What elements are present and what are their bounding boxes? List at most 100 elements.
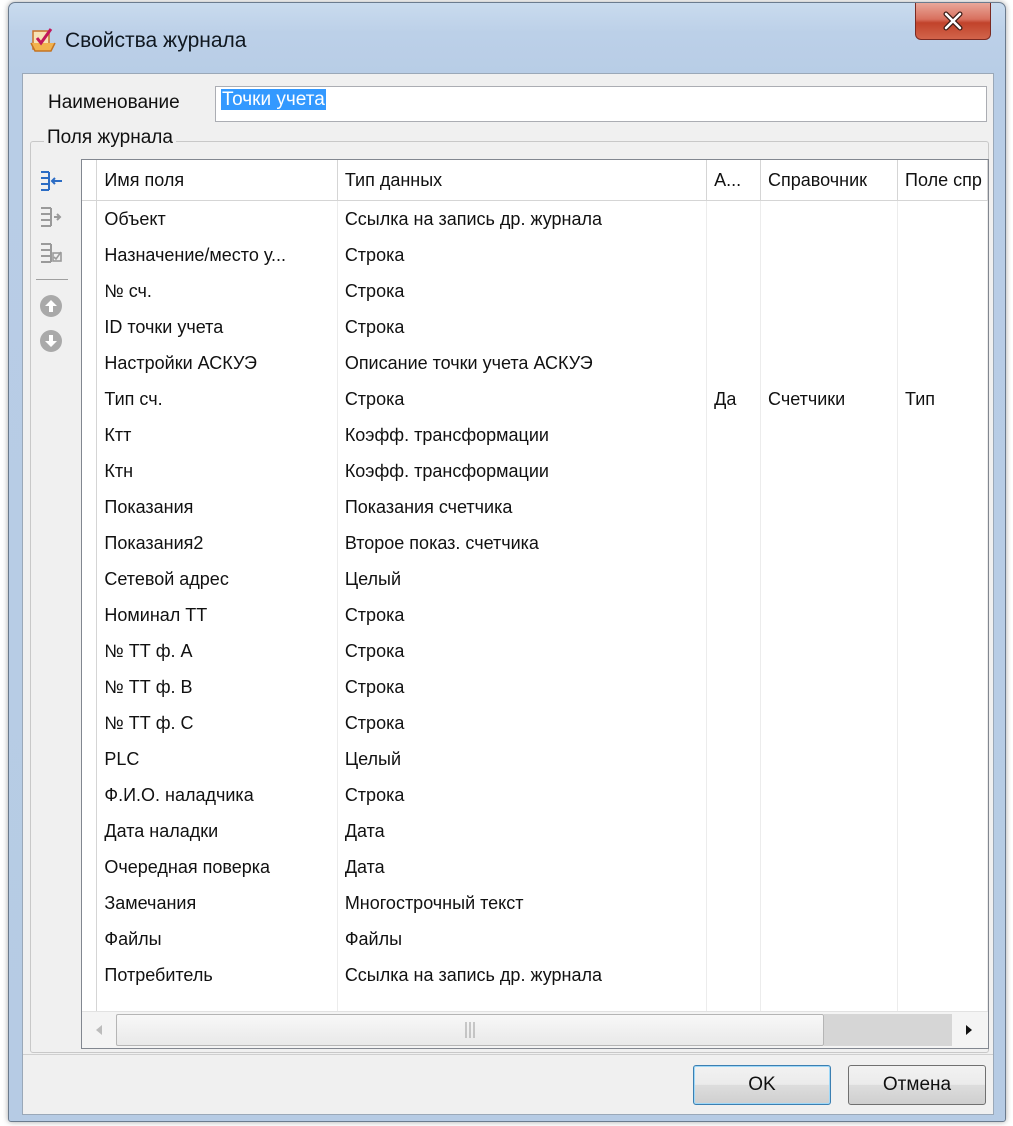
table-row[interactable]: PLC Целый	[82, 741, 988, 777]
title-bar[interactable]: Свойства журнала	[9, 3, 1005, 79]
cell-a[interactable]	[706, 597, 762, 633]
table-row[interactable]: Показания2 Второе показ. счетчика	[82, 525, 988, 561]
cell-field-name[interactable]: Показания	[96, 489, 338, 525]
cell-reference[interactable]	[760, 813, 899, 849]
cell-data-type[interactable]: Строка	[337, 705, 708, 741]
row-indicator[interactable]	[82, 885, 98, 921]
cell-a[interactable]	[706, 273, 762, 309]
cell-reference-field[interactable]	[897, 237, 988, 273]
cell-reference[interactable]	[760, 777, 899, 813]
cell-field-name[interactable]: Ф.И.О. наладчика	[96, 777, 338, 813]
cell-data-type[interactable]: Строка	[337, 669, 708, 705]
table-row[interactable]: Потребитель Ссылка на запись др. журнала	[82, 957, 988, 993]
ok-button[interactable]: OK	[693, 1065, 831, 1105]
cell-data-type[interactable]: Коэфф. трансформации	[337, 417, 708, 453]
cell-reference[interactable]	[760, 453, 899, 489]
cell-reference[interactable]	[760, 705, 899, 741]
row-indicator[interactable]	[82, 309, 98, 345]
cell-data-type[interactable]: Строка	[337, 777, 708, 813]
cell-reference-field[interactable]	[897, 273, 988, 309]
cell-a[interactable]	[706, 561, 762, 597]
cell-data-type[interactable]: Строка	[337, 237, 708, 273]
cell-reference[interactable]	[760, 669, 899, 705]
cell-field-name[interactable]: Файлы	[96, 921, 338, 957]
cell-data-type[interactable]: Строка	[337, 597, 708, 633]
table-row[interactable]: Замечания Многострочный текст	[82, 885, 988, 921]
cell-data-type[interactable]: Показания счетчика	[337, 489, 708, 525]
cell-data-type[interactable]: Коэфф. трансформации	[337, 453, 708, 489]
cell-data-type[interactable]: Строка	[337, 273, 708, 309]
cell-data-type[interactable]: Многострочный текст	[337, 885, 708, 921]
cell-field-name[interactable]: № сч.	[96, 273, 338, 309]
row-indicator[interactable]	[82, 200, 98, 237]
row-indicator[interactable]	[82, 669, 98, 705]
cell-a[interactable]	[706, 345, 762, 381]
cell-reference[interactable]	[760, 237, 899, 273]
cell-a[interactable]	[706, 309, 762, 345]
cell-reference[interactable]	[760, 849, 899, 885]
row-indicator[interactable]	[82, 813, 98, 849]
cell-data-type[interactable]: Целый	[337, 741, 708, 777]
cell-reference-field[interactable]: Тип	[897, 381, 988, 417]
table-row[interactable]: Тип сч. Строка Да Счетчики Тип	[82, 381, 988, 417]
cell-reference-field[interactable]	[897, 813, 988, 849]
cell-field-name[interactable]: ID точки учета	[96, 309, 338, 345]
cell-reference-field[interactable]	[897, 741, 988, 777]
scroll-left-button[interactable]	[82, 1012, 116, 1048]
cell-reference-field[interactable]	[897, 525, 988, 561]
cell-a[interactable]	[706, 417, 762, 453]
cell-field-name[interactable]: Тип сч.	[96, 381, 338, 417]
cell-reference-field[interactable]	[897, 489, 988, 525]
row-indicator[interactable]	[82, 273, 98, 309]
cell-reference-field[interactable]	[897, 417, 988, 453]
cell-a[interactable]	[706, 957, 762, 993]
horizontal-scrollbar[interactable]	[82, 1011, 988, 1048]
cell-reference[interactable]	[760, 633, 899, 669]
cell-reference-field[interactable]	[897, 921, 988, 957]
cell-data-type[interactable]: Файлы	[337, 921, 708, 957]
cell-a[interactable]	[706, 669, 762, 705]
row-indicator[interactable]	[82, 705, 98, 741]
table-row[interactable]: ID точки учета Строка	[82, 309, 988, 345]
table-row[interactable]: Ктт Коэфф. трансформации	[82, 417, 988, 453]
row-indicator[interactable]	[82, 453, 98, 489]
cell-data-type[interactable]: Описание точки учета АСКУЭ	[337, 345, 708, 381]
add-field-button[interactable]	[34, 200, 68, 234]
row-indicator[interactable]	[82, 597, 98, 633]
cell-reference-field[interactable]	[897, 453, 988, 489]
cell-data-type[interactable]: Строка	[337, 633, 708, 669]
cell-reference-field[interactable]	[897, 885, 988, 921]
insert-field-button[interactable]	[34, 164, 68, 198]
cell-data-type[interactable]: Дата	[337, 849, 708, 885]
table-row[interactable]: Номинал ТТ Строка	[82, 597, 988, 633]
row-indicator[interactable]	[82, 489, 98, 525]
cell-data-type[interactable]: Целый	[337, 561, 708, 597]
cell-reference[interactable]	[760, 741, 899, 777]
cell-a[interactable]	[706, 777, 762, 813]
cell-a[interactable]	[706, 525, 762, 561]
cell-a[interactable]	[706, 453, 762, 489]
cell-a[interactable]	[706, 633, 762, 669]
table-row[interactable]: Ктн Коэфф. трансформации	[82, 453, 988, 489]
table-row[interactable]: № ТТ ф. А Строка	[82, 633, 988, 669]
move-up-button[interactable]	[34, 289, 68, 323]
table-row[interactable]: Показания Показания счетчика	[82, 489, 988, 525]
cell-field-name[interactable]: Номинал ТТ	[96, 597, 338, 633]
cell-field-name[interactable]: Дата наладки	[96, 813, 338, 849]
row-indicator[interactable]	[82, 921, 98, 957]
cell-a[interactable]	[706, 237, 762, 273]
cell-data-type[interactable]: Дата	[337, 813, 708, 849]
table-row[interactable]: Файлы Файлы	[82, 921, 988, 957]
close-button[interactable]	[915, 3, 991, 40]
cell-reference-field[interactable]	[897, 705, 988, 741]
cell-reference-field[interactable]	[897, 849, 988, 885]
row-indicator[interactable]	[82, 237, 98, 273]
cell-reference-field[interactable]	[897, 669, 988, 705]
cancel-button[interactable]: Отмена	[848, 1065, 986, 1105]
cell-field-name[interactable]: Ктт	[96, 417, 338, 453]
cell-field-name[interactable]: Назначение/место у...	[96, 237, 338, 273]
cell-reference[interactable]	[760, 957, 899, 993]
row-indicator[interactable]	[82, 741, 98, 777]
cell-reference-field[interactable]	[897, 777, 988, 813]
cell-data-type[interactable]: Строка	[337, 309, 708, 345]
